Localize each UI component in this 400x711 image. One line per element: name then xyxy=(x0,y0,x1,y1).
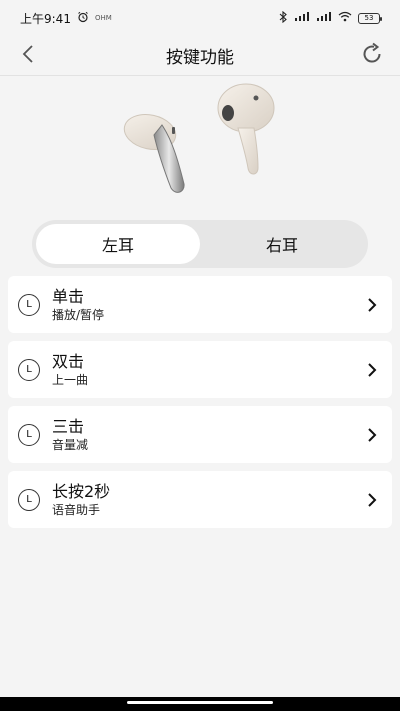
ear-selector: 左耳 右耳 xyxy=(32,220,368,268)
item-title: 长按2秒 xyxy=(52,481,111,501)
list-item-single-tap[interactable]: L 单击 播放/暂停 xyxy=(8,276,392,333)
signal-icon-2 xyxy=(316,11,332,25)
item-text: 单击 播放/暂停 xyxy=(52,287,364,323)
item-title: 双击 xyxy=(52,351,85,371)
item-action: 上一曲 xyxy=(52,372,89,387)
chevron-right-icon xyxy=(364,427,380,443)
page-title: 按键功能 xyxy=(166,48,234,68)
chevron-left-icon xyxy=(21,45,35,67)
ear-badge: L xyxy=(18,488,40,511)
status-small-label: OHM xyxy=(94,14,112,22)
alarm-icon xyxy=(77,11,89,26)
header: 按键功能 xyxy=(0,36,400,76)
tab-right-ear[interactable]: 右耳 xyxy=(200,224,364,264)
status-bar: 上午9:41 OHM 53 xyxy=(0,0,400,36)
ear-badge: L xyxy=(18,358,40,381)
refresh-button[interactable] xyxy=(356,40,388,72)
tab-left-ear[interactable]: 左耳 xyxy=(36,224,200,264)
item-action: 播放/暂停 xyxy=(52,307,105,322)
list-item-triple-tap[interactable]: L 三击 音量减 xyxy=(8,406,392,463)
list-item-double-tap[interactable]: L 双击 上一曲 xyxy=(8,341,392,398)
chevron-right-icon xyxy=(364,492,380,508)
item-text: 长按2秒 语音助手 xyxy=(52,482,364,518)
ear-badge: L xyxy=(18,293,40,316)
chevron-right-icon xyxy=(364,297,380,313)
item-title: 三击 xyxy=(52,416,85,436)
function-list: L 单击 播放/暂停 L 双击 上一曲 L 三击 音量减 L 长按2秒 语音助手 xyxy=(8,276,392,536)
item-action: 语音助手 xyxy=(52,502,101,517)
wifi-icon xyxy=(338,11,352,25)
system-nav-bar xyxy=(0,697,400,711)
back-button[interactable] xyxy=(12,40,44,72)
signal-icon xyxy=(294,11,310,25)
list-item-long-press[interactable]: L 长按2秒 语音助手 xyxy=(8,471,392,528)
refresh-icon xyxy=(360,42,384,70)
earbuds-image xyxy=(120,80,280,205)
item-text: 三击 音量减 xyxy=(52,417,364,453)
bluetooth-icon xyxy=(278,10,288,26)
status-right: 53 xyxy=(278,10,382,26)
status-time: 上午9:41 xyxy=(20,11,71,26)
home-indicator[interactable] xyxy=(127,701,273,704)
item-text: 双击 上一曲 xyxy=(52,352,364,388)
item-title: 单击 xyxy=(52,286,85,306)
chevron-right-icon xyxy=(364,362,380,378)
status-left: 上午9:41 OHM xyxy=(20,10,112,27)
item-action: 音量减 xyxy=(52,437,89,452)
battery-icon: 53 xyxy=(358,12,382,24)
ear-badge: L xyxy=(18,423,40,446)
